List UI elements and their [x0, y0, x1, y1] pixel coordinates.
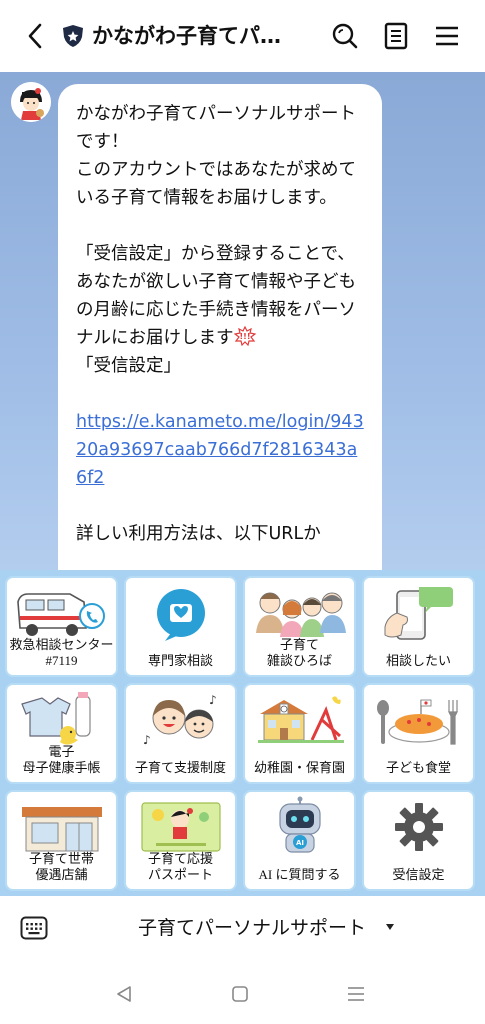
menu-item-emergency-consult[interactable]: 救急相談センター #7119	[5, 576, 118, 677]
kindergarten-icon	[257, 696, 344, 743]
chat-input-bar: 子育てパーソナルサポート	[0, 896, 485, 962]
message-paragraph-2-tail: 「受信設定」	[76, 356, 181, 376]
account-avatar[interactable]	[11, 82, 51, 122]
menu-item-label: AI に質問する	[258, 867, 341, 882]
rich-menu-toggle[interactable]: 子育てパーソナルサポート	[138, 914, 366, 942]
menu-item-passport[interactable]: 子育て応援 パスポート	[124, 790, 237, 891]
menu-item-support-system[interactable]: ♪ ♪ 子育て支援制度	[124, 683, 237, 784]
baby-items-icon	[20, 692, 91, 745]
mascot-girl-icon	[11, 82, 51, 122]
caret-down-icon[interactable]	[386, 924, 394, 930]
menu-item-want-consult[interactable]: 相談したい	[362, 576, 475, 677]
heart-chat-icon	[156, 589, 205, 641]
alert-icon: !!!	[233, 326, 256, 346]
menu-item-expert-consult[interactable]: 専門家相談	[124, 576, 237, 677]
back-button[interactable]	[20, 20, 50, 52]
login-link[interactable]: https://e.kanameto.me/login/94320a93697c…	[76, 408, 366, 492]
system-nav-bar	[0, 962, 485, 1024]
menu-item-label: 子育て 雑談ひろば	[266, 637, 332, 668]
notes-button[interactable]	[381, 20, 411, 52]
nav-back-button[interactable]	[110, 982, 138, 1006]
robot-icon: AI	[278, 796, 321, 853]
keyboard-toggle-button[interactable]	[20, 916, 48, 940]
rich-menu: 救急相談センター #7119 専門家相談 子育て 雑談ひろば 相談したい 電子 …	[0, 570, 485, 896]
menu-item-label: 相談したい	[385, 653, 451, 668]
svg-text:!!!: !!!	[239, 332, 250, 341]
menu-item-label: 専門家相談	[147, 653, 213, 668]
menu-icon	[436, 26, 458, 46]
menu-item-label: 受信設定	[392, 867, 445, 882]
menu-item-chat-plaza[interactable]: 子育て 雑談ひろば	[243, 576, 356, 677]
menu-item-label: 子ども食堂	[385, 760, 451, 775]
search-button[interactable]	[330, 20, 360, 52]
back-arrow-icon	[28, 23, 42, 49]
message-paragraph-2-text: 「受信設定」から登録することで、あなたが欲しい子育て情報や子どもの月齢に応じた手…	[76, 244, 356, 348]
recents-icon	[348, 987, 364, 1001]
svg-text:AI: AI	[295, 839, 303, 847]
chat-area[interactable]: かながわ子育てパーソナルサポートです！ このアカウントではあなたが求めている子育…	[0, 72, 485, 570]
message-paragraph-2: 「受信設定」から登録することで、あなたが欲しい子育て情報や子どもの月齢に応じた手…	[76, 240, 366, 352]
menu-item-receive-settings[interactable]: 受信設定	[362, 790, 475, 891]
triangle-back-icon	[117, 986, 131, 1002]
gear-icon	[394, 803, 443, 851]
family-group-icon	[255, 592, 346, 637]
search-icon	[332, 23, 358, 49]
notes-icon	[384, 22, 408, 50]
passport-card-icon	[140, 802, 221, 852]
menu-item-label: 子育て応援 パスポート	[147, 851, 213, 882]
svg-text:♪: ♪	[209, 693, 217, 707]
menu-button[interactable]	[432, 20, 462, 52]
message-bubble: かながわ子育てパーソナルサポートです！ このアカウントではあなたが求めている子育…	[58, 84, 382, 570]
menu-item-label: 子育て世帯 優遇店舗	[28, 851, 94, 882]
menu-item-preferred-stores[interactable]: 子育て世帯 優遇店舗	[5, 790, 118, 891]
chat-title: かながわ子育てパ…	[92, 24, 281, 48]
nav-recents-button[interactable]	[342, 982, 370, 1006]
chat-header: かながわ子育てパ…	[0, 0, 485, 72]
keyboard-icon	[20, 916, 48, 940]
shop-icon	[21, 807, 102, 852]
omurice-icon	[376, 699, 458, 745]
ambulance-icon	[16, 593, 105, 636]
children-icon: ♪♪	[143, 693, 217, 747]
menu-item-label: 救急相談センター #7119	[9, 637, 114, 668]
svg-text:♪: ♪	[143, 733, 151, 747]
menu-item-mother-child-handbook[interactable]: 電子 母子健康手帳	[5, 683, 118, 784]
square-home-icon	[232, 986, 248, 1002]
phone-chat-icon	[384, 587, 453, 640]
menu-item-label: 子育て支援制度	[134, 760, 226, 775]
message-paragraph-3: 詳しい利用方法は、以下URLか	[76, 524, 321, 544]
menu-item-ask-ai[interactable]: AI AI に質問する	[243, 790, 356, 891]
message-paragraph-1: かながわ子育てパーソナルサポートです！ このアカウントではあなたが求めている子育…	[76, 104, 356, 208]
menu-item-label: 電子 母子健康手帳	[22, 744, 101, 775]
nav-home-button[interactable]	[226, 982, 254, 1006]
menu-item-kids-cafeteria[interactable]: 子ども食堂	[362, 683, 475, 784]
menu-item-kindergarten[interactable]: 幼稚園・保育園	[243, 683, 356, 784]
menu-item-label: 幼稚園・保育園	[253, 760, 345, 775]
shield-icon	[62, 24, 84, 48]
